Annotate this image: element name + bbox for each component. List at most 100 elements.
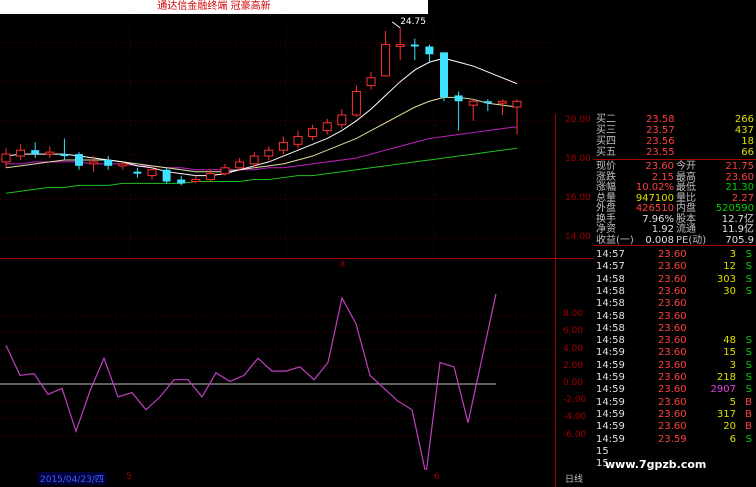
indicator-line xyxy=(5,293,497,470)
indicator-axis-label: -4.00 xyxy=(563,412,587,423)
tick-volume: 20 xyxy=(723,421,736,433)
tick-price: 23.60 xyxy=(658,298,687,310)
max-price-label: 24.75 xyxy=(400,17,426,27)
panel-divider xyxy=(594,245,756,246)
candle-body xyxy=(410,44,419,47)
tick-volume: 3 xyxy=(729,249,736,260)
tick-row: 14:57 23.60 3 S xyxy=(594,249,756,260)
tick-price: 23.60 xyxy=(658,249,687,260)
price-axis-label: 14.00 xyxy=(565,232,591,243)
indicator-axis-label: 4.00 xyxy=(563,343,584,354)
tick-volume: 218 xyxy=(716,372,736,383)
tick-time: 14:59 xyxy=(596,421,625,433)
tick-side: S xyxy=(745,359,752,371)
bid-level-price: 23.55 xyxy=(646,147,675,158)
indicator-axis-label: -2.00 xyxy=(563,395,587,406)
tick-time: 14:59 xyxy=(596,347,625,359)
candle-body xyxy=(1,153,11,163)
tick-time: 14:57 xyxy=(596,261,625,273)
candle-body xyxy=(75,154,83,166)
tick-time: 14:59 xyxy=(596,372,625,383)
candle-body xyxy=(425,46,434,55)
candle-body xyxy=(205,173,215,181)
quote-panel: 买二 23.58 266 买三 23.57 437 买四 23.56 18 买五 23.55 66 现… xyxy=(594,114,756,487)
tick-volume: 48 xyxy=(723,335,736,347)
tick-side: S xyxy=(745,249,752,260)
tick-row: 14:58 23.60 xyxy=(594,323,756,334)
tick-side: B xyxy=(745,421,752,433)
tick-price: 23.60 xyxy=(658,335,687,347)
tick-side: S xyxy=(745,335,752,347)
indicator-axis-label: -6.00 xyxy=(563,429,587,440)
candle-body xyxy=(60,154,69,157)
tick-price: 23.60 xyxy=(658,347,687,359)
indicator-axis-label: 8.00 xyxy=(563,309,584,320)
tick-price: 23.60 xyxy=(658,273,687,285)
tick-row: 14:59 23.60 218 S xyxy=(594,372,756,383)
tick-volume: 303 xyxy=(716,273,736,285)
candle-body xyxy=(512,100,522,108)
candle-body xyxy=(308,128,318,137)
candle-body xyxy=(16,149,26,157)
bid-level-row: 买五 23.55 66 xyxy=(594,147,756,159)
candle-body xyxy=(468,100,478,106)
tick-side: S xyxy=(745,372,752,383)
tick-volume: 6 xyxy=(729,433,736,445)
tick-volume: 5 xyxy=(729,396,736,408)
candle-body xyxy=(89,161,99,165)
indicator-chart[interactable]: 8 xyxy=(0,259,594,470)
tick-row: 14:59 23.60 5 B xyxy=(594,397,756,408)
period-mark-2: 6 xyxy=(434,472,440,482)
tick-time: 14:58 xyxy=(596,298,625,310)
indicator-axis-label: 6.00 xyxy=(563,326,584,337)
tick-time: 14:59 xyxy=(596,408,625,420)
candle-body xyxy=(235,161,245,169)
candle-body xyxy=(162,169,171,182)
bid-level-volume: 66 xyxy=(741,147,754,158)
tick-price: 23.60 xyxy=(658,384,687,396)
candle-body xyxy=(45,151,55,155)
max-arrow xyxy=(391,21,401,29)
tick-side: S xyxy=(745,433,752,445)
watermark: www.7gpzb.com xyxy=(605,458,707,471)
tick-time: 15 xyxy=(596,445,609,457)
tick-volume: 317 xyxy=(716,408,736,420)
tick-time: 14:59 xyxy=(596,359,625,371)
candlestick-chart[interactable]: 24.75 xyxy=(0,14,594,258)
tick-row: 14:58 23.60 xyxy=(594,311,756,322)
candle-body xyxy=(366,77,376,87)
candle-body xyxy=(249,155,259,165)
period-mark-1: 5 xyxy=(126,472,132,482)
bottom-bar: 2015/04/23/四 5 6 日线 xyxy=(0,470,594,487)
tick-price: 23.60 xyxy=(658,372,687,383)
tick-time: 14:58 xyxy=(596,273,625,285)
tick-side: S xyxy=(745,347,752,359)
tick-price: 23.60 xyxy=(658,408,687,420)
candle-body xyxy=(133,171,142,174)
tick-price: 23.59 xyxy=(658,433,687,445)
tick-row: 14:59 23.59 6 S xyxy=(594,434,756,445)
tick-side: B xyxy=(745,408,752,420)
tick-row: 14:58 23.60 48 S xyxy=(594,335,756,346)
candle-body xyxy=(177,179,186,184)
tick-time: 14:59 xyxy=(596,384,625,396)
tick-volume: 3 xyxy=(729,359,736,371)
tick-time: 14:58 xyxy=(596,322,625,334)
tick-row: 14:59 23.60 317 B xyxy=(594,409,756,420)
tick-row: 14:59 23.60 15 S xyxy=(594,347,756,358)
panel-divider xyxy=(594,159,756,160)
candle-body xyxy=(293,135,303,145)
tick-price: 23.60 xyxy=(658,396,687,408)
tick-price: 23.60 xyxy=(658,359,687,371)
tick-side: S xyxy=(745,384,752,396)
candle-body xyxy=(381,44,391,77)
candle-body xyxy=(147,169,157,177)
candle-body xyxy=(118,163,128,167)
indicator-axis-label: 2.00 xyxy=(563,360,584,371)
period-tab[interactable]: 日线 xyxy=(565,472,583,485)
tick-price: 23.60 xyxy=(658,285,687,297)
tick-row: 14:57 23.60 12 S xyxy=(594,261,756,272)
tick-price: 23.60 xyxy=(658,421,687,433)
candle-body xyxy=(104,159,113,166)
price-axis-label: 16.00 xyxy=(565,193,591,204)
